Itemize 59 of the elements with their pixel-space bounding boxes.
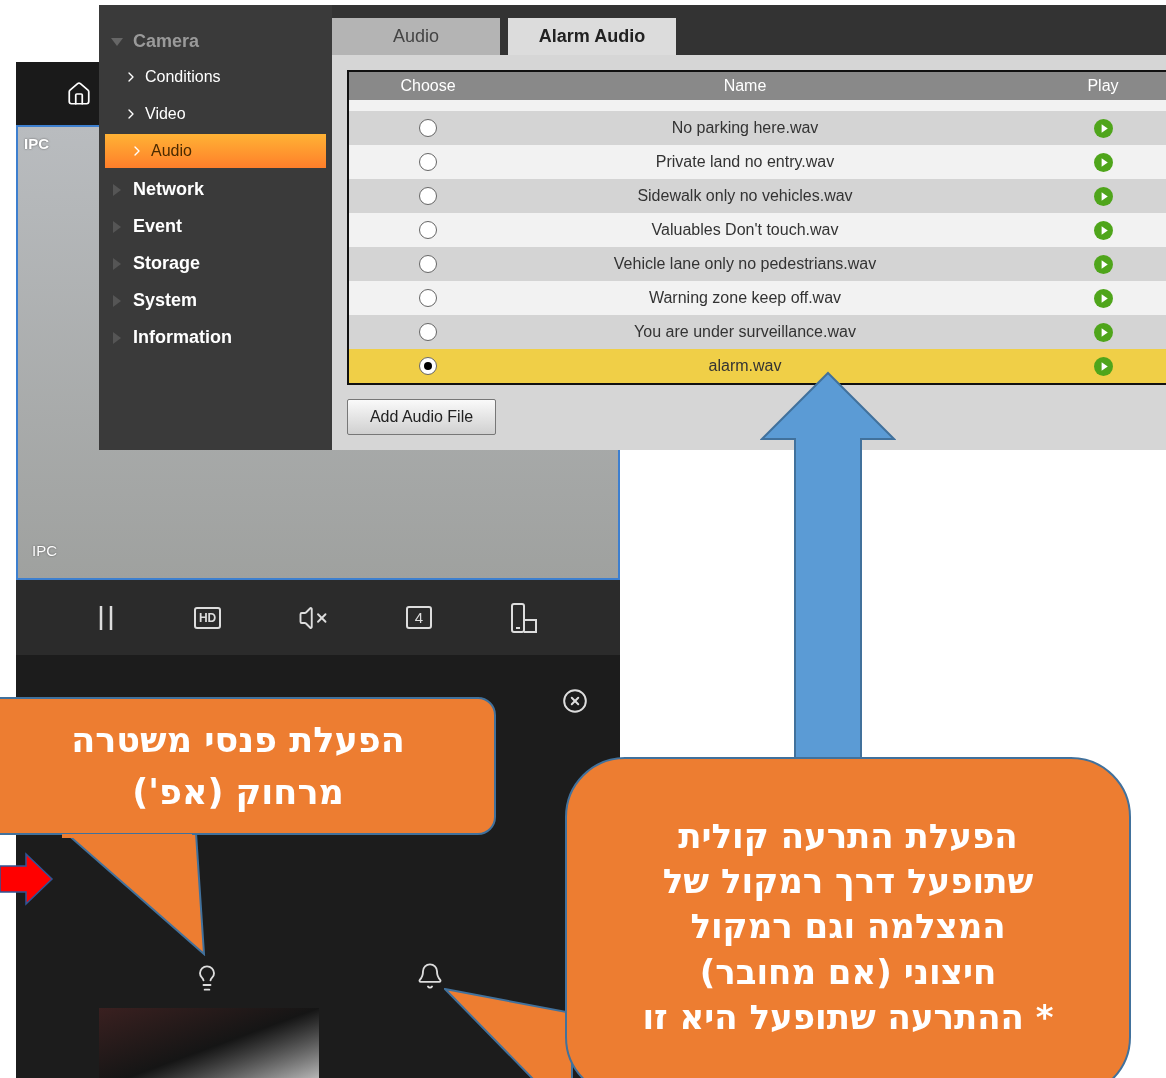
- table-row[interactable]: alarm.wav: [349, 349, 1166, 383]
- sidebar-item[interactable]: Camera: [99, 23, 332, 60]
- radio-button[interactable]: [419, 119, 437, 137]
- caret-right-icon: [111, 331, 123, 344]
- sidebar-item[interactable]: System: [99, 282, 332, 319]
- sidebar-subitem[interactable]: Audio: [105, 134, 326, 168]
- file-name: You are under surveillance.wav: [633, 322, 857, 342]
- add-audio-file-button[interactable]: Add Audio File: [347, 399, 496, 435]
- file-name: No parking here.wav: [670, 118, 820, 138]
- sidebar-item[interactable]: Event: [99, 208, 332, 245]
- play-icon[interactable]: [1093, 220, 1113, 240]
- column-header: Play: [1086, 76, 1120, 96]
- column-header: Choose: [399, 76, 457, 96]
- play-icon[interactable]: [1093, 322, 1113, 342]
- file-name: alarm.wav: [707, 356, 783, 376]
- sidebar-subitem[interactable]: Video: [99, 97, 332, 131]
- callout-text: הפעלת התרעה קולית שתופעל דרך רמקול של המצלמה וגם רמקול חיצוני (אם מחובר) * ההתרעה שתופעל היא זו: [642, 815, 1054, 1039]
- hd-button[interactable]: HD: [193, 606, 222, 629]
- table-row[interactable]: Warning zone keep off.wav: [349, 281, 1166, 315]
- bell-icon[interactable]: [416, 962, 444, 990]
- file-name: Vehicle lane only no pedestrians.wav: [612, 254, 878, 274]
- right-arrow: [0, 852, 54, 906]
- file-name: Private land no entry.wav: [654, 152, 836, 172]
- channel-label: IPC: [32, 540, 57, 561]
- caret-down-icon: [111, 35, 123, 48]
- radio-button[interactable]: [419, 255, 437, 273]
- play-icon[interactable]: [1093, 118, 1113, 138]
- callout-text: הפעלת פנסי משטרה מרחוק (אפ'): [71, 718, 405, 814]
- table-row[interactable]: Valuables Don't touch.wav: [349, 213, 1166, 247]
- table-row[interactable]: Private land no entry.wav: [349, 145, 1166, 179]
- play-icon[interactable]: [1093, 186, 1113, 206]
- caret-right-icon: [111, 294, 123, 307]
- play-icon[interactable]: [1093, 152, 1113, 172]
- sidebar-item[interactable]: Network: [99, 171, 332, 208]
- file-name: Valuables Don't touch.wav: [650, 220, 840, 240]
- caret-right-icon: [111, 257, 123, 270]
- radio-button[interactable]: [419, 289, 437, 307]
- radio-button[interactable]: [419, 357, 437, 375]
- caret-right-icon: [111, 220, 123, 233]
- play-icon[interactable]: [1093, 356, 1113, 376]
- column-header: Name: [722, 76, 768, 96]
- sidebar-subitem[interactable]: Conditions: [99, 60, 332, 94]
- radio-button[interactable]: [419, 187, 437, 205]
- file-name: Warning zone keep off.wav: [647, 288, 843, 308]
- sidebar-item[interactable]: Storage: [99, 245, 332, 282]
- split-button[interactable]: 4: [405, 606, 433, 629]
- radio-button[interactable]: [419, 153, 437, 171]
- file-name: Sidewalk only no vehicles.wav: [636, 186, 854, 206]
- play-icon[interactable]: [1093, 254, 1113, 274]
- close-icon[interactable]: [562, 688, 588, 714]
- caret-right-icon: [111, 183, 123, 196]
- sidebar-item[interactable]: Information: [99, 319, 332, 356]
- radio-button[interactable]: [419, 323, 437, 341]
- radio-button[interactable]: [419, 221, 437, 239]
- tab[interactable]: Audio: [332, 18, 500, 55]
- home-icon[interactable]: [66, 80, 92, 107]
- tab[interactable]: Alarm Audio: [508, 18, 676, 55]
- play-icon[interactable]: [1093, 288, 1113, 308]
- channel-label: IPC: [24, 134, 49, 154]
